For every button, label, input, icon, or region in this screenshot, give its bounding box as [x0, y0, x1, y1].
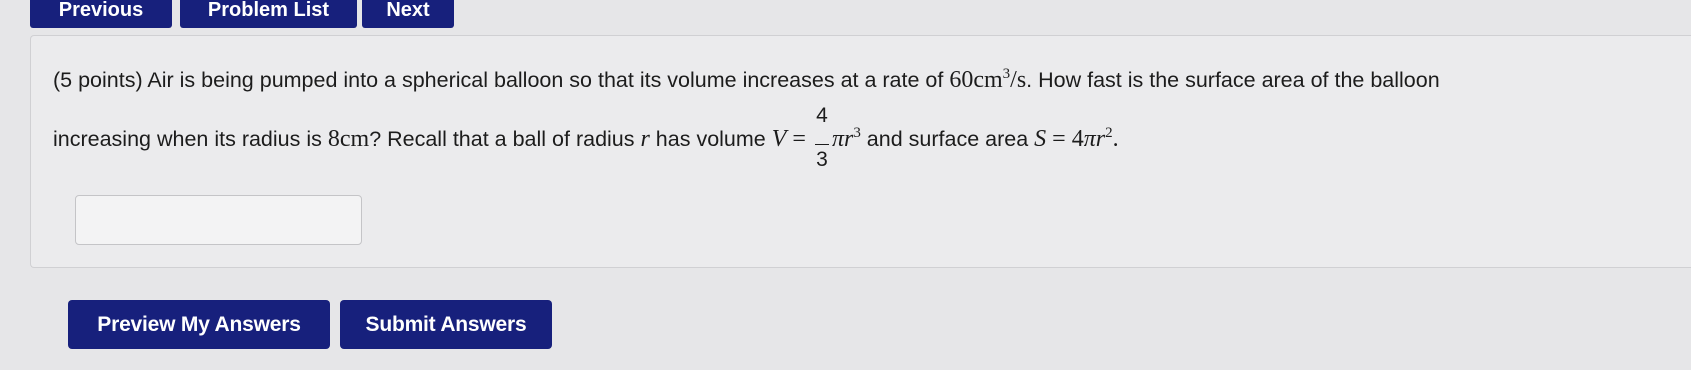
rate-value: 60cm [949, 67, 1003, 93]
equals-sign: = [786, 125, 812, 152]
previous-button[interactable]: Previous [30, 0, 172, 28]
radius-value: 8cm [327, 125, 370, 152]
surface-variable: S [1034, 125, 1047, 152]
problem-panel: (5 points) Air is being pumped into a sp… [30, 35, 1691, 268]
submit-answers-button[interactable]: Submit Answers [340, 300, 552, 349]
equals-sign-2: = [1046, 125, 1072, 152]
problem-line-2: increasing when its radius is 8cm? Recal… [53, 105, 1673, 170]
preview-answers-button[interactable]: Preview My Answers [68, 300, 330, 349]
problem-surface-text: and surface area [860, 126, 1035, 151]
problem-question-text: . How fast is the surface area of the ba… [1026, 68, 1440, 92]
problem-line-1: (5 points) Air is being pumped into a sp… [53, 66, 1673, 95]
fraction-numerator: 4 [816, 104, 828, 128]
problem-statement: (5 points) Air is being pumped into a sp… [53, 66, 1673, 171]
fraction-four-thirds: 43 [814, 105, 830, 170]
problem-has-volume-text: has volume [649, 126, 772, 151]
pi-r: πr [831, 125, 854, 152]
answer-input[interactable] [75, 195, 362, 245]
problem-intro-text: (5 points) Air is being pumped into a sp… [53, 68, 950, 92]
volume-variable: V [771, 125, 787, 152]
surface-exponent: 2 [1105, 124, 1113, 141]
problem-list-button[interactable]: Problem List [180, 0, 357, 28]
problem-line2-intro: increasing when its radius is [53, 126, 328, 151]
surface-coefficient: 4 [1071, 125, 1084, 152]
problem-line2-mid: ? Recall that a ball of radius [369, 126, 641, 151]
surface-pi-r: πr [1083, 125, 1106, 152]
fraction-bar [814, 144, 829, 146]
next-button[interactable]: Next [362, 0, 454, 28]
volume-exponent: 3 [853, 124, 861, 141]
end-period: . [1112, 125, 1119, 152]
fraction-denominator: 3 [816, 148, 828, 172]
rate-unit: /s [1010, 67, 1027, 93]
radius-variable: r [640, 125, 650, 152]
